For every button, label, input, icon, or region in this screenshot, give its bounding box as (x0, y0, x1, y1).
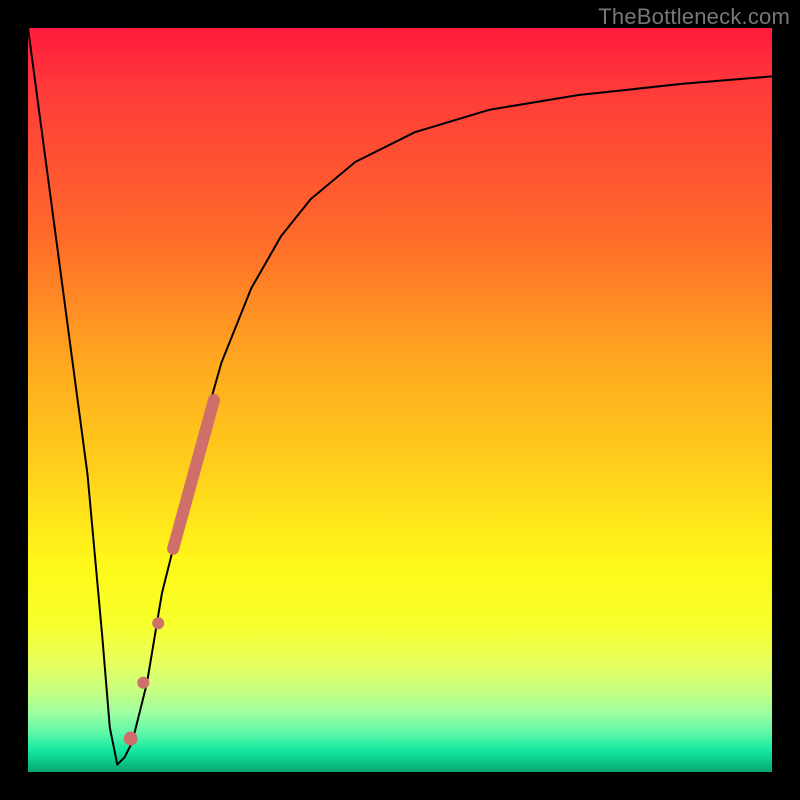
chart-frame: TheBottleneck.com (0, 0, 800, 800)
dot-3 (124, 732, 138, 746)
dot-2 (137, 677, 149, 689)
thick-segment (173, 400, 214, 549)
plot-area (28, 28, 772, 772)
dot-1 (152, 617, 164, 629)
curve-path (28, 28, 772, 765)
watermark-text: TheBottleneck.com (598, 4, 790, 30)
chart-svg (28, 28, 772, 772)
marker-layer (124, 400, 214, 746)
curve-layer (28, 28, 772, 765)
